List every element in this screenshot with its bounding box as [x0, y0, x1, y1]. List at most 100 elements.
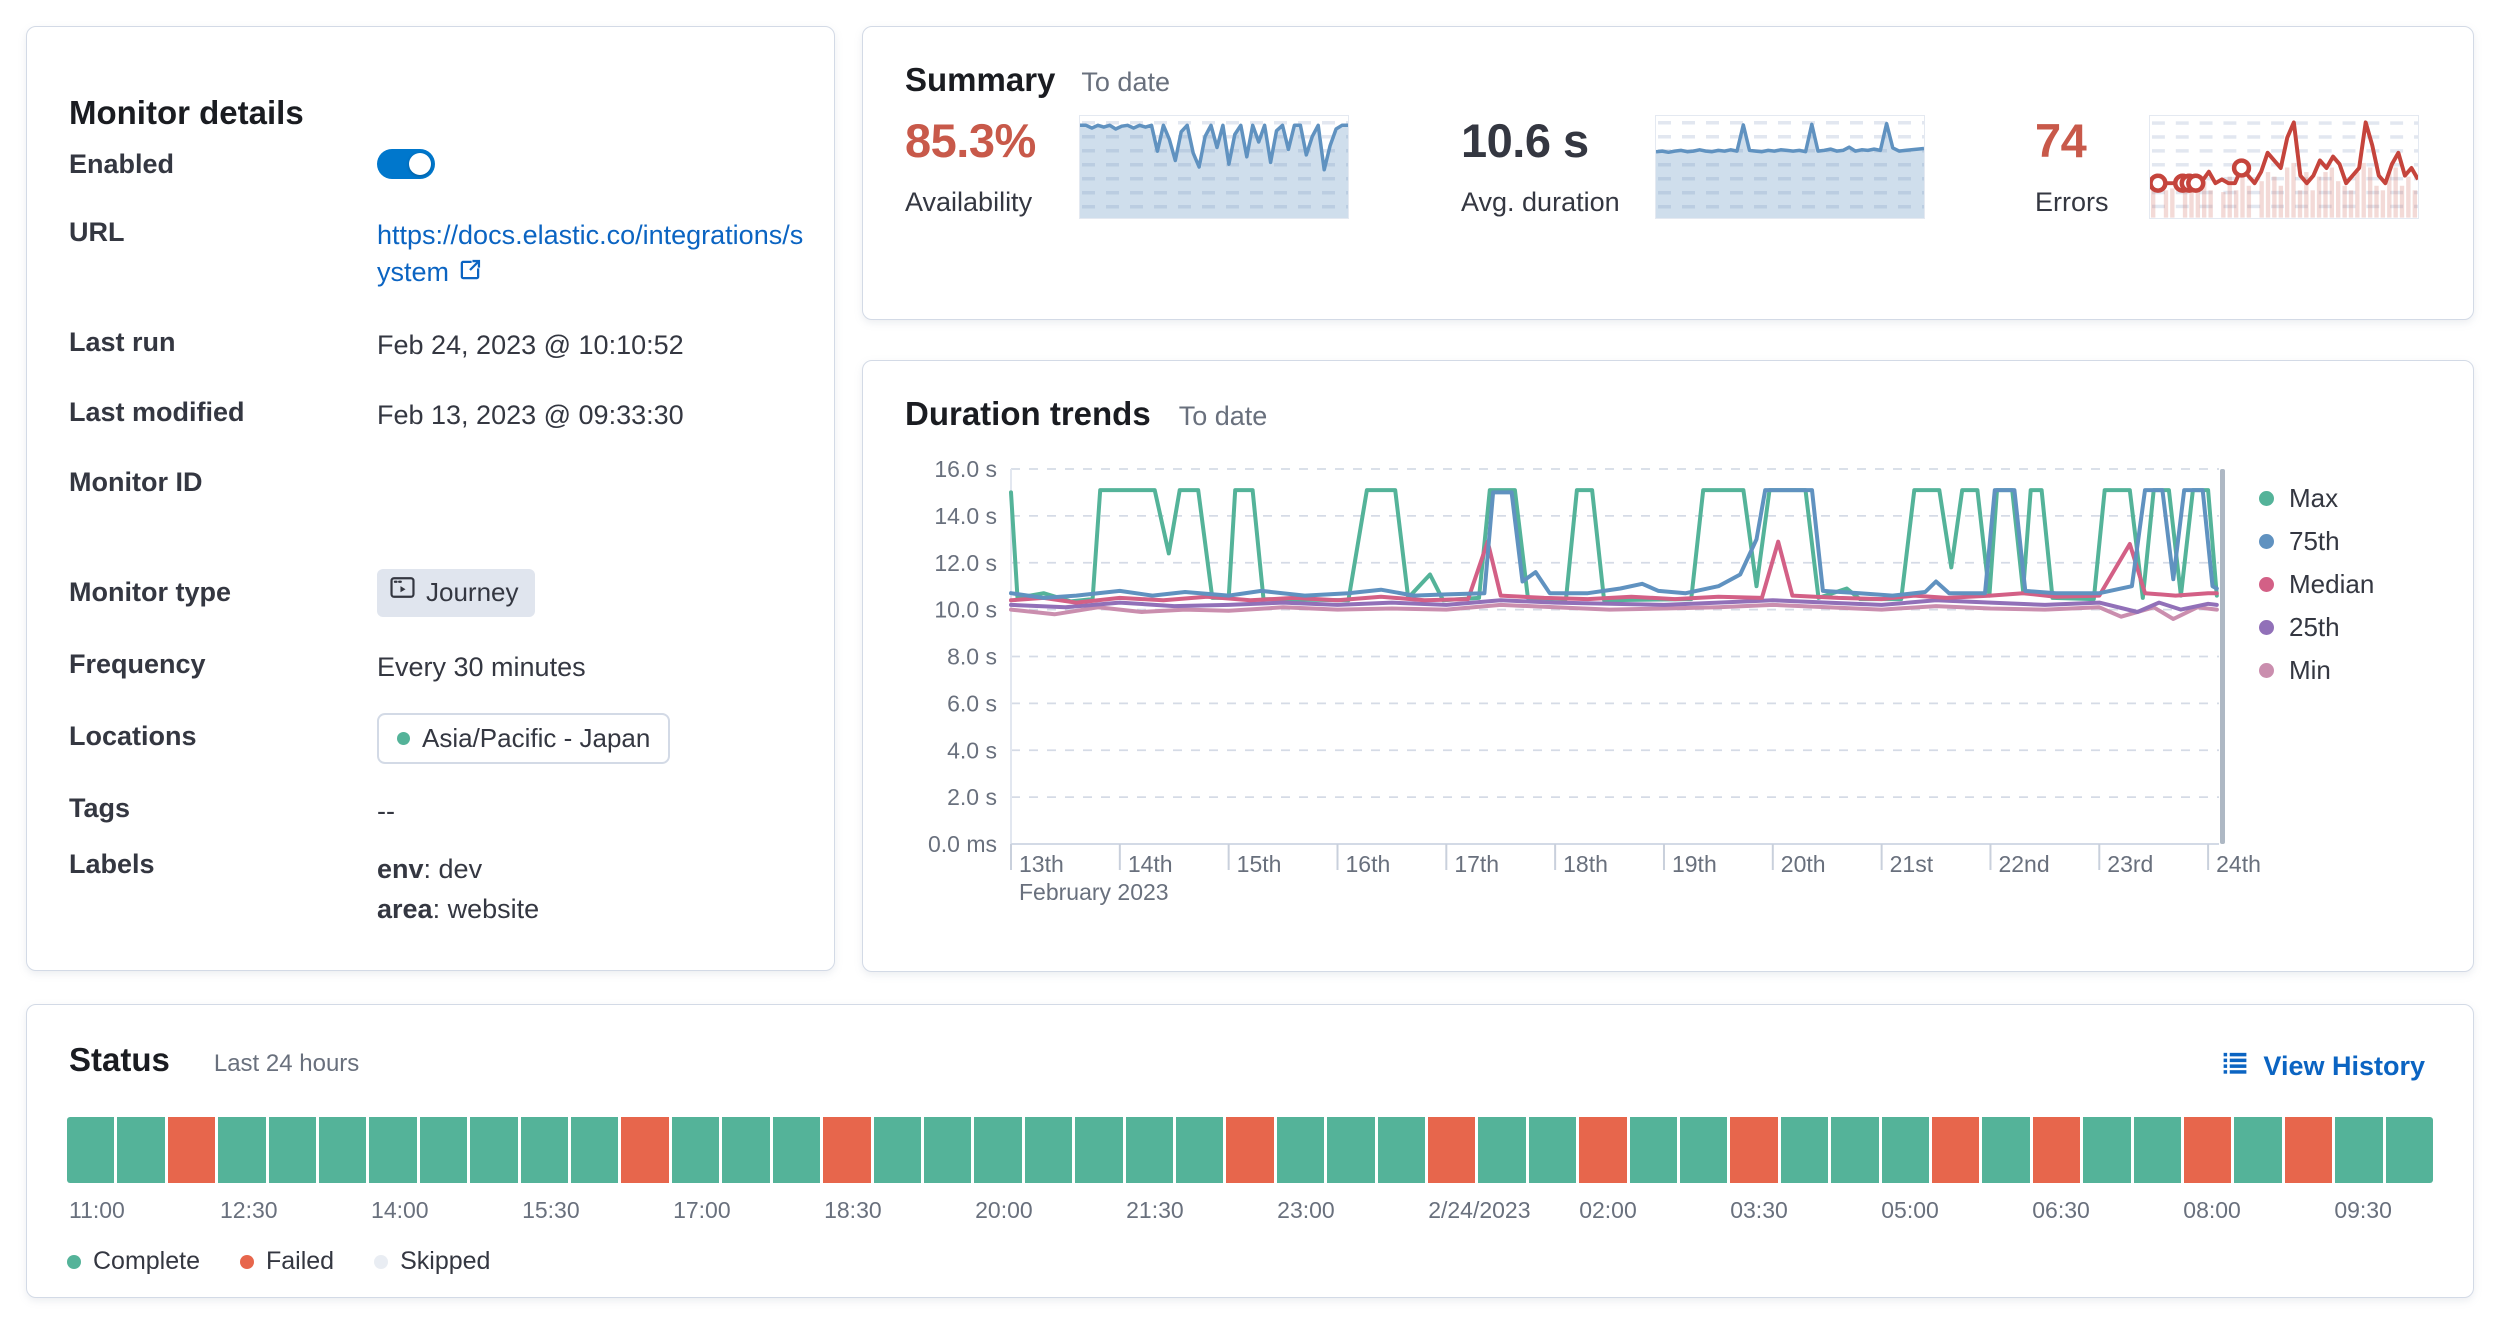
svg-text:February 2023: February 2023	[1019, 879, 1169, 905]
status-block-complete[interactable]	[67, 1117, 114, 1183]
status-tick-label: 12:30	[220, 1197, 278, 1224]
status-block-failed[interactable]	[2184, 1117, 2231, 1183]
status-block-complete[interactable]	[924, 1117, 971, 1183]
status-tick-label: 23:00	[1277, 1197, 1335, 1224]
monitor-url-link[interactable]: https://docs.elastic.co/integrations/sys…	[377, 220, 803, 287]
status-block-complete[interactable]	[1831, 1117, 1878, 1183]
status-block-failed[interactable]	[1579, 1117, 1626, 1183]
status-tick-label: 21:30	[1126, 1197, 1184, 1224]
status-tick-label: 14:00	[371, 1197, 429, 1224]
status-block-complete[interactable]	[218, 1117, 265, 1183]
status-block-failed[interactable]	[1730, 1117, 1777, 1183]
status-block-complete[interactable]	[1126, 1117, 1173, 1183]
svg-text:17th: 17th	[1454, 851, 1499, 877]
status-block-complete[interactable]	[974, 1117, 1021, 1183]
legend-item-max[interactable]: Max	[2259, 477, 2374, 520]
monitor-id-label: Monitor ID	[69, 467, 359, 498]
status-block-complete[interactable]	[2134, 1117, 2181, 1183]
duration-trends-legend: Max 75th Median 25th Min	[2259, 477, 2374, 692]
status-block-failed[interactable]	[621, 1117, 668, 1183]
list-icon	[2221, 1049, 2249, 1084]
svg-text:16.0 s: 16.0 s	[934, 456, 997, 482]
status-block-failed[interactable]	[823, 1117, 870, 1183]
label-pair: area: website	[377, 889, 809, 929]
legend-item-min[interactable]: Min	[2259, 649, 2374, 692]
labels-value: env: devarea: website	[377, 849, 809, 929]
frequency-value: Every 30 minutes	[377, 649, 809, 686]
svg-text:13th: 13th	[1019, 851, 1064, 877]
status-legend-skipped: Skipped	[374, 1247, 490, 1276]
status-block-complete[interactable]	[1478, 1117, 1525, 1183]
avg-duration-sparkline	[1655, 115, 1925, 219]
status-block-complete[interactable]	[1882, 1117, 1929, 1183]
status-tick-label: 18:30	[824, 1197, 882, 1224]
legend-label: 25th	[2289, 612, 2340, 643]
location-value: Asia/Pacific - Japan	[422, 720, 650, 757]
summary-card: Summary To date 85.3% Availability 10.6 …	[862, 26, 2474, 320]
monitor-type-badge: Journey	[377, 569, 535, 617]
monitor-type-value: Journey	[426, 574, 519, 611]
status-block-complete[interactable]	[269, 1117, 316, 1183]
status-block-complete[interactable]	[1630, 1117, 1677, 1183]
status-block-complete[interactable]	[2386, 1117, 2433, 1183]
legend-label: Complete	[93, 1247, 200, 1276]
status-block-complete[interactable]	[672, 1117, 719, 1183]
status-tick-label: 05:00	[1881, 1197, 1939, 1224]
status-block-failed[interactable]	[168, 1117, 215, 1183]
status-tick-label: 17:00	[673, 1197, 731, 1224]
status-block-failed[interactable]	[2285, 1117, 2332, 1183]
svg-text:23rd: 23rd	[2107, 851, 2153, 877]
duration-trends-card: Duration trends To date 16.0 s14.0 s12.0…	[862, 360, 2474, 972]
legend-dot-icon	[67, 1255, 81, 1269]
status-block-failed[interactable]	[1428, 1117, 1475, 1183]
status-tick-label: 15:30	[522, 1197, 580, 1224]
enabled-toggle[interactable]	[377, 149, 435, 179]
status-block-complete[interactable]	[319, 1117, 366, 1183]
status-block-failed[interactable]	[1932, 1117, 1979, 1183]
status-block-complete[interactable]	[1982, 1117, 2029, 1183]
duration-trends-chart: 16.0 s14.0 s12.0 s10.0 s8.0 s6.0 s4.0 s2…	[863, 361, 2473, 971]
monitor-type-label: Monitor type	[69, 577, 359, 608]
status-timeline-ticks: 11:0012:3014:0015:3017:0018:3020:0021:30…	[67, 1197, 2433, 1227]
errors-value: 74	[2035, 113, 2086, 168]
status-block-complete[interactable]	[1781, 1117, 1828, 1183]
status-block-failed[interactable]	[2033, 1117, 2080, 1183]
toggle-knob	[409, 153, 431, 175]
tags-label: Tags	[69, 793, 359, 824]
url-label: URL	[69, 217, 359, 248]
locations-label: Locations	[69, 721, 359, 752]
status-block-complete[interactable]	[2335, 1117, 2382, 1183]
status-timeline-bar	[67, 1117, 2433, 1183]
legend-item-25th[interactable]: 25th	[2259, 606, 2374, 649]
status-block-complete[interactable]	[1529, 1117, 1576, 1183]
legend-dot-icon	[2259, 620, 2274, 635]
status-block-complete[interactable]	[117, 1117, 164, 1183]
status-block-complete[interactable]	[1025, 1117, 1072, 1183]
status-block-complete[interactable]	[2234, 1117, 2281, 1183]
status-block-failed[interactable]	[1226, 1117, 1273, 1183]
legend-dot-icon	[2259, 577, 2274, 592]
status-block-complete[interactable]	[571, 1117, 618, 1183]
status-block-complete[interactable]	[1378, 1117, 1425, 1183]
errors-sparkline	[2149, 115, 2419, 219]
legend-label: 75th	[2289, 526, 2340, 557]
view-history-link[interactable]: View History	[2221, 1049, 2425, 1084]
status-block-complete[interactable]	[874, 1117, 921, 1183]
status-block-complete[interactable]	[1680, 1117, 1727, 1183]
status-block-complete[interactable]	[1277, 1117, 1324, 1183]
svg-text:6.0 s: 6.0 s	[947, 690, 997, 716]
status-block-complete[interactable]	[1327, 1117, 1374, 1183]
status-block-complete[interactable]	[521, 1117, 568, 1183]
status-block-complete[interactable]	[1176, 1117, 1223, 1183]
status-block-complete[interactable]	[470, 1117, 517, 1183]
status-block-complete[interactable]	[2083, 1117, 2130, 1183]
status-block-complete[interactable]	[722, 1117, 769, 1183]
status-block-complete[interactable]	[1075, 1117, 1122, 1183]
svg-text:10.0 s: 10.0 s	[934, 597, 997, 623]
status-block-complete[interactable]	[369, 1117, 416, 1183]
svg-text:22nd: 22nd	[1998, 851, 2049, 877]
status-block-complete[interactable]	[773, 1117, 820, 1183]
status-block-complete[interactable]	[420, 1117, 467, 1183]
legend-item-75th[interactable]: 75th	[2259, 520, 2374, 563]
legend-item-median[interactable]: Median	[2259, 563, 2374, 606]
